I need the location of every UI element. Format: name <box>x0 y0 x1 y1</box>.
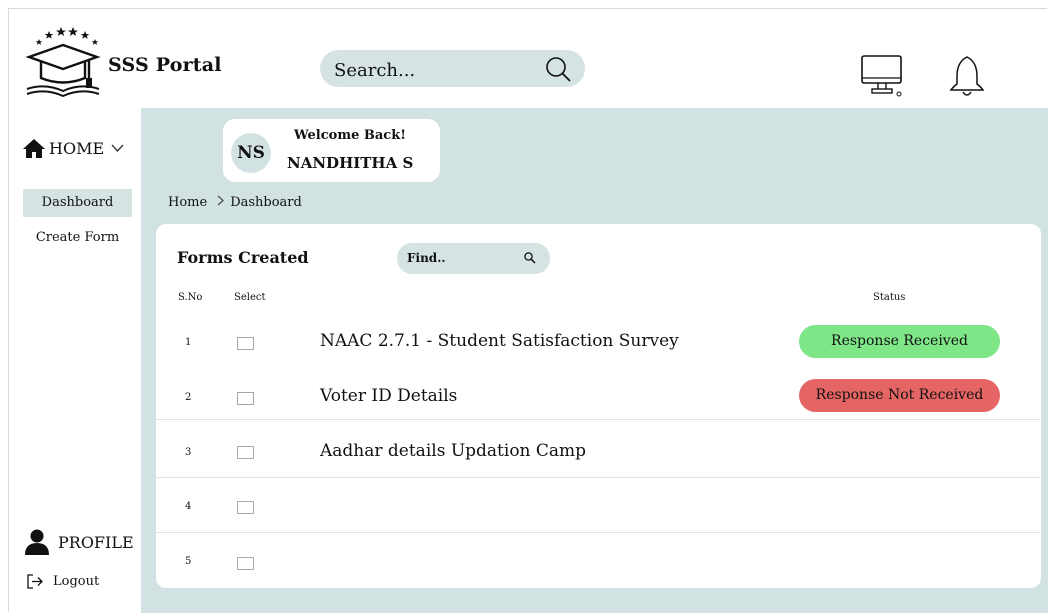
form-name[interactable]: NAAC 2.7.1 - Student Satisfaction Survey <box>320 331 679 351</box>
row-sno: 5 <box>185 556 192 567</box>
table-row[interactable]: 3 Aadhar details Updation Camp <box>156 434 1041 474</box>
breadcrumb: Home Dashboard <box>168 194 302 210</box>
welcome-card: NS Welcome Back! NANDHITHA S <box>223 119 440 182</box>
graduation-cap-logo-icon <box>25 27 101 97</box>
status-badge: Response Not Received <box>799 379 1000 412</box>
column-header-status: Status <box>873 292 906 303</box>
sidebar-home-menu[interactable]: HOME <box>23 138 124 158</box>
bell-icon[interactable] <box>949 54 985 99</box>
find-input[interactable]: Find.. <box>397 243 550 274</box>
search-bar[interactable]: Search... <box>320 50 585 87</box>
sidebar-item-dashboard[interactable]: Dashboard <box>23 189 132 217</box>
breadcrumb-dashboard: Dashboard <box>230 194 302 210</box>
row-select-checkbox[interactable] <box>237 501 254 514</box>
chevron-down-icon[interactable] <box>111 144 124 152</box>
row-divider <box>156 532 1041 533</box>
top-header: SSS Portal Search... <box>9 9 1048 108</box>
breadcrumb-home[interactable]: Home <box>168 195 207 210</box>
app-window: SSS Portal Search... HOME Dashboard Crea… <box>8 8 1048 613</box>
form-name[interactable]: Aadhar details Updation Camp <box>320 441 586 461</box>
search-placeholder[interactable]: Search... <box>334 60 415 81</box>
sidebar-profile[interactable]: PROFILE <box>25 529 134 555</box>
table-row[interactable]: 4 <box>156 492 1041 528</box>
monitor-icon[interactable] <box>860 54 905 99</box>
user-name: NANDHITHA S <box>287 154 414 172</box>
logout-label: Logout <box>53 574 100 589</box>
sidebar: HOME Dashboard Create Form PROFILE Logou… <box>9 108 141 613</box>
chevron-right-icon <box>217 194 225 210</box>
table-row[interactable]: 5 <box>156 546 1041 582</box>
column-header-select: Select <box>234 292 266 303</box>
row-sno: 3 <box>185 447 192 458</box>
sidebar-item-create-form[interactable]: Create Form <box>23 224 132 252</box>
row-select-checkbox[interactable] <box>237 337 254 350</box>
home-label: HOME <box>49 138 105 158</box>
home-icon <box>23 139 45 158</box>
forms-card: Forms Created Find.. S.No Select Status … <box>156 224 1041 588</box>
row-select-checkbox[interactable] <box>237 446 254 459</box>
logout-button[interactable]: Logout <box>27 574 99 589</box>
row-divider <box>156 419 1041 420</box>
table-row[interactable]: 1 NAAC 2.7.1 - Student Satisfaction Surv… <box>156 325 1041 369</box>
row-select-checkbox[interactable] <box>237 392 254 405</box>
main-content: NS Welcome Back! NANDHITHA S Home Dashbo… <box>141 108 1048 613</box>
row-select-checkbox[interactable] <box>237 557 254 570</box>
status-badge: Response Received <box>799 325 1000 358</box>
user-icon <box>25 529 49 555</box>
column-header-sno: S.No <box>178 292 203 303</box>
search-icon[interactable] <box>543 55 573 85</box>
row-divider <box>156 477 1041 478</box>
profile-label: PROFILE <box>58 532 134 552</box>
row-sno: 4 <box>185 501 192 512</box>
form-name[interactable]: Voter ID Details <box>320 386 457 406</box>
row-sno: 2 <box>185 392 192 403</box>
search-icon[interactable] <box>523 251 537 265</box>
welcome-greeting: Welcome Back! <box>294 128 406 143</box>
app-title: SSS Portal <box>108 54 222 76</box>
row-sno: 1 <box>185 337 192 348</box>
logout-icon <box>27 574 43 589</box>
find-placeholder[interactable]: Find.. <box>407 251 446 265</box>
forms-title: Forms Created <box>177 248 309 267</box>
avatar[interactable]: NS <box>231 133 271 173</box>
table-row[interactable]: 2 Voter ID Details Response Not Received <box>156 379 1041 423</box>
